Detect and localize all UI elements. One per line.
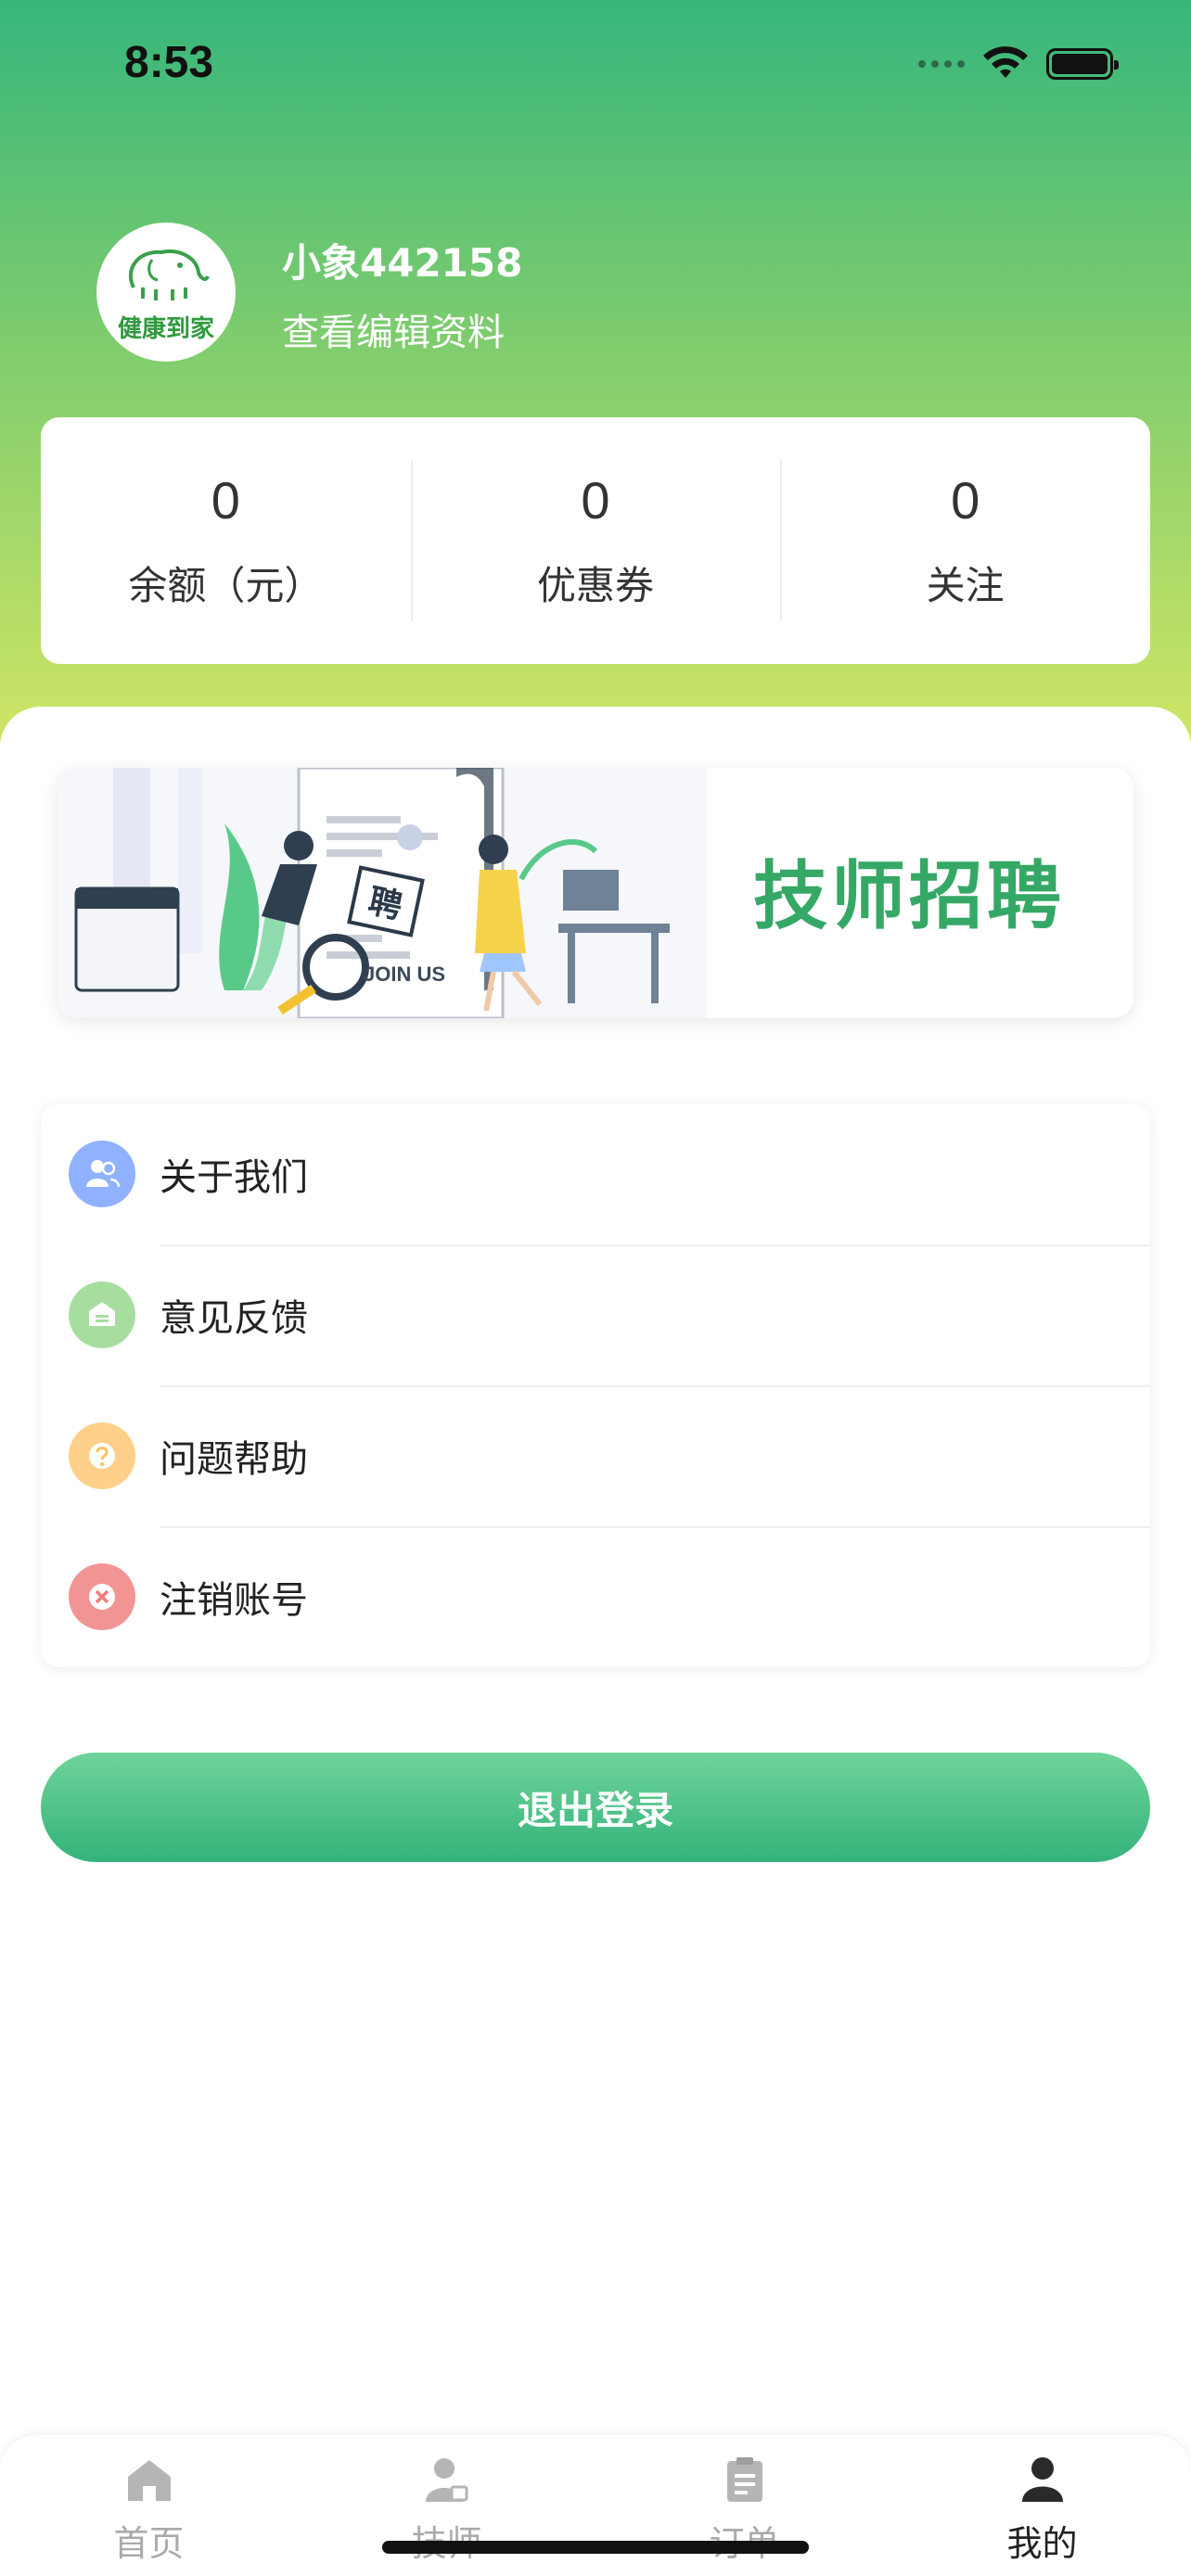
stat-label: 关注 xyxy=(926,563,1005,608)
help-icon xyxy=(69,1422,135,1489)
stat-coupons[interactable]: 0 优惠券 xyxy=(410,417,781,664)
menu-item-about[interactable]: 关于我们 xyxy=(41,1103,1150,1244)
stat-value: 0 xyxy=(951,471,980,529)
stat-value: 0 xyxy=(581,471,610,529)
menu-label: 关于我们 xyxy=(160,1156,308,1199)
menu-label: 注销账号 xyxy=(160,1579,308,1622)
stat-following[interactable]: 0 关注 xyxy=(780,417,1150,664)
menu-label: 问题帮助 xyxy=(160,1438,308,1481)
avatar-brand-text: 健康到家 xyxy=(117,314,214,343)
tab-profile[interactable]: 我的 xyxy=(893,2435,1191,2576)
avatar[interactable]: 健康到家 xyxy=(96,223,236,362)
tab-home[interactable]: 首页 xyxy=(0,2435,298,2576)
stats-card: 0 余额（元） 0 优惠券 0 关注 xyxy=(41,417,1150,664)
stat-label: 余额（元） xyxy=(128,563,324,608)
username: 小象442158 xyxy=(282,240,523,286)
home-icon xyxy=(123,2454,175,2506)
menu-label: 意见反馈 xyxy=(160,1297,308,1340)
join-us-text: JOIN US xyxy=(364,963,446,986)
wifi-icon xyxy=(983,46,1028,78)
order-icon xyxy=(719,2454,771,2506)
users-icon xyxy=(69,1141,135,1207)
menu-item-delete-account[interactable]: 注销账号 xyxy=(41,1526,1150,1667)
tab-label: 我的 xyxy=(1006,2523,1078,2564)
logout-button[interactable]: 退出登录 xyxy=(41,1753,1150,1862)
menu-item-help[interactable]: 问题帮助 xyxy=(41,1385,1150,1526)
tab-label: 首页 xyxy=(113,2523,185,2564)
profile-icon xyxy=(1017,2454,1069,2506)
technician-icon xyxy=(421,2454,473,2506)
battery-icon xyxy=(1046,48,1119,80)
banner-title: 技师招聘 xyxy=(753,853,1065,939)
stat-balance[interactable]: 0 余额（元） xyxy=(41,417,411,664)
signal-icon xyxy=(918,60,965,68)
elephant-logo-icon xyxy=(128,249,210,300)
recruitment-banner[interactable]: 聘 JOIN US 技师招聘 xyxy=(58,768,1133,1018)
stat-label: 优惠券 xyxy=(537,563,655,608)
tab-technician[interactable]: 技师 xyxy=(298,2435,596,2576)
stat-value: 0 xyxy=(211,471,240,529)
status-icons xyxy=(918,46,1119,82)
close-circle-icon xyxy=(69,1563,135,1630)
home-indicator[interactable] xyxy=(382,2541,809,2554)
tab-orders[interactable]: 订单 xyxy=(596,2435,893,2576)
menu-card: 关于我们 意见反馈 问题帮助 注销账号 xyxy=(41,1103,1150,1667)
status-time: 8:53 xyxy=(124,38,214,87)
feedback-icon xyxy=(69,1282,135,1348)
menu-item-feedback[interactable]: 意见反馈 xyxy=(41,1244,1150,1385)
edit-profile-link[interactable]: 查看编辑资料 xyxy=(282,302,505,356)
tab-bar: 首页 技师 订单 我的 xyxy=(0,2435,1191,2576)
